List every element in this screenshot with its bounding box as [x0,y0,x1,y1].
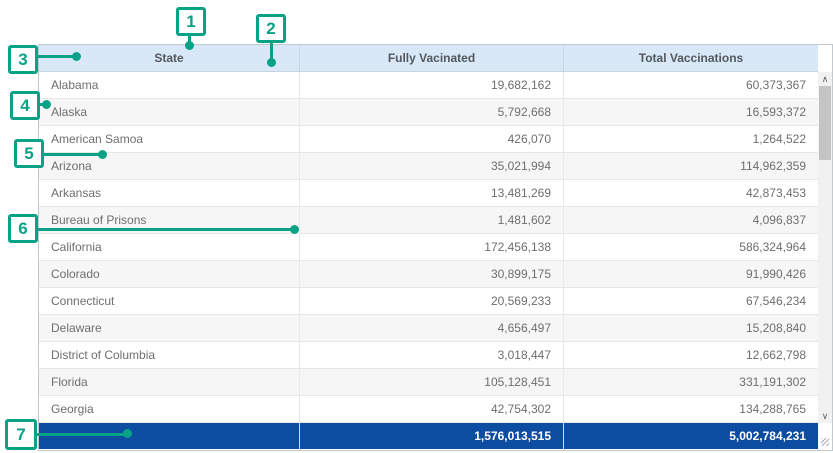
total-vaccinations-cell[interactable]: 586,324,964 [563,234,818,260]
state-cell[interactable]: Florida [39,369,299,395]
callout-3: 3 [8,45,38,74]
scroll-down-icon[interactable]: ∨ [818,409,832,423]
callout-5: 5 [14,139,44,168]
callout-6-line [37,228,293,231]
callout-3-line [37,55,75,58]
state-cell[interactable]: Connecticut [39,288,299,314]
state-cell[interactable]: Alaska [39,99,299,125]
fully-vacinated-cell[interactable]: 30,899,175 [299,261,563,287]
total-vaccinations-cell[interactable]: 42,873,453 [563,180,818,206]
table-row[interactable]: American Samoa 426,070 1,264,522 [39,126,818,153]
callout-5-line [43,153,101,156]
fully-vacinated-cell[interactable]: 1,481,602 [299,207,563,233]
callout-6-dot [290,225,299,234]
table-row[interactable]: Arkansas 13,481,269 42,873,453 [39,180,818,207]
total-vaccinations-cell[interactable]: 91,990,426 [563,261,818,287]
fully-vacinated-cell[interactable]: 13,481,269 [299,180,563,206]
table-row[interactable]: Florida 105,128,451 331,191,302 [39,369,818,396]
table-header-row: State Fully Vacinated Total Vaccinations [39,45,818,72]
total-vaccinations-cell[interactable]: 114,962,359 [563,153,818,179]
table-row[interactable]: District of Columbia 3,018,447 12,662,79… [39,342,818,369]
fully-vacinated-cell[interactable]: 4,656,497 [299,315,563,341]
callout-7-dot [123,429,132,438]
total-vaccinations-cell[interactable]: 16,593,372 [563,99,818,125]
scroll-up-icon[interactable]: ∧ [818,72,832,86]
total-vaccinations-cell[interactable]: 1,264,522 [563,126,818,152]
fully-vacinated-cell[interactable]: 5,792,668 [299,99,563,125]
table-row[interactable]: Alabama 19,682,162 60,373,367 [39,72,818,99]
fully-vacinated-cell[interactable]: 172,456,138 [299,234,563,260]
summary-fully-vacinated-total: 1,576,013,515 [299,423,563,449]
summary-total-vaccinations-total: 5,002,784,231 [563,423,818,449]
attribute-table: State Fully Vacinated Total Vaccinations… [38,44,833,451]
table-summary-row: 1,576,013,515 5,002,784,231 [39,423,818,449]
total-vaccinations-cell[interactable]: 331,191,302 [563,369,818,395]
table-row[interactable]: Georgia 42,754,302 134,288,765 [39,396,818,423]
callout-1: 1 [176,7,206,36]
callout-4-dot [42,100,51,109]
callout-5-dot [98,150,107,159]
fully-vacinated-cell[interactable]: 20,569,233 [299,288,563,314]
resize-grip-icon[interactable] [821,438,829,446]
fully-vacinated-cell[interactable]: 19,682,162 [299,72,563,98]
callout-7: 7 [5,419,37,450]
table-row[interactable]: California 172,456,138 586,324,964 [39,234,818,261]
table-body: Alabama 19,682,162 60,373,367 Alaska 5,7… [39,72,818,423]
fully-vacinated-cell[interactable]: 426,070 [299,126,563,152]
total-vaccinations-cell[interactable]: 15,208,840 [563,315,818,341]
fully-vacinated-cell[interactable]: 3,018,447 [299,342,563,368]
vertical-scrollbar[interactable]: ∧ ∨ [818,72,832,423]
state-cell[interactable]: Georgia [39,396,299,422]
table-row[interactable]: Colorado 30,899,175 91,990,426 [39,261,818,288]
table-row[interactable]: Connecticut 20,569,233 67,546,234 [39,288,818,315]
callout-2-dot [267,58,276,67]
scrollbar-corner [818,424,832,450]
table-row[interactable]: Delaware 4,656,497 15,208,840 [39,315,818,342]
table-row[interactable]: Alaska 5,792,668 16,593,372 [39,99,818,126]
callout-7-line [36,433,126,436]
total-vaccinations-cell[interactable]: 134,288,765 [563,396,818,422]
state-cell[interactable]: American Samoa [39,126,299,152]
scrollbar-thumb[interactable] [819,86,831,160]
state-cell[interactable]: Delaware [39,315,299,341]
summary-state-cell [39,423,299,449]
callout-4: 4 [10,91,40,120]
state-cell[interactable]: Arizona [39,153,299,179]
state-cell[interactable]: Alabama [39,72,299,98]
total-vaccinations-cell[interactable]: 67,546,234 [563,288,818,314]
column-header-fully-vacinated[interactable]: Fully Vacinated [299,45,563,71]
fully-vacinated-cell[interactable]: 35,021,994 [299,153,563,179]
callout-1-dot [185,41,194,50]
fully-vacinated-cell[interactable]: 105,128,451 [299,369,563,395]
callout-6: 6 [8,214,38,243]
state-cell[interactable]: California [39,234,299,260]
state-cell[interactable]: Colorado [39,261,299,287]
total-vaccinations-cell[interactable]: 4,096,837 [563,207,818,233]
state-cell[interactable]: Arkansas [39,180,299,206]
callout-3-dot [72,52,81,61]
table-row[interactable]: Arizona 35,021,994 114,962,359 [39,153,818,180]
total-vaccinations-cell[interactable]: 60,373,367 [563,72,818,98]
total-vaccinations-cell[interactable]: 12,662,798 [563,342,818,368]
screenshot-canvas: State Fully Vacinated Total Vaccinations… [0,0,833,453]
state-cell[interactable]: District of Columbia [39,342,299,368]
fully-vacinated-cell[interactable]: 42,754,302 [299,396,563,422]
callout-2: 2 [256,14,286,43]
column-header-total-vaccinations[interactable]: Total Vaccinations [563,45,818,71]
